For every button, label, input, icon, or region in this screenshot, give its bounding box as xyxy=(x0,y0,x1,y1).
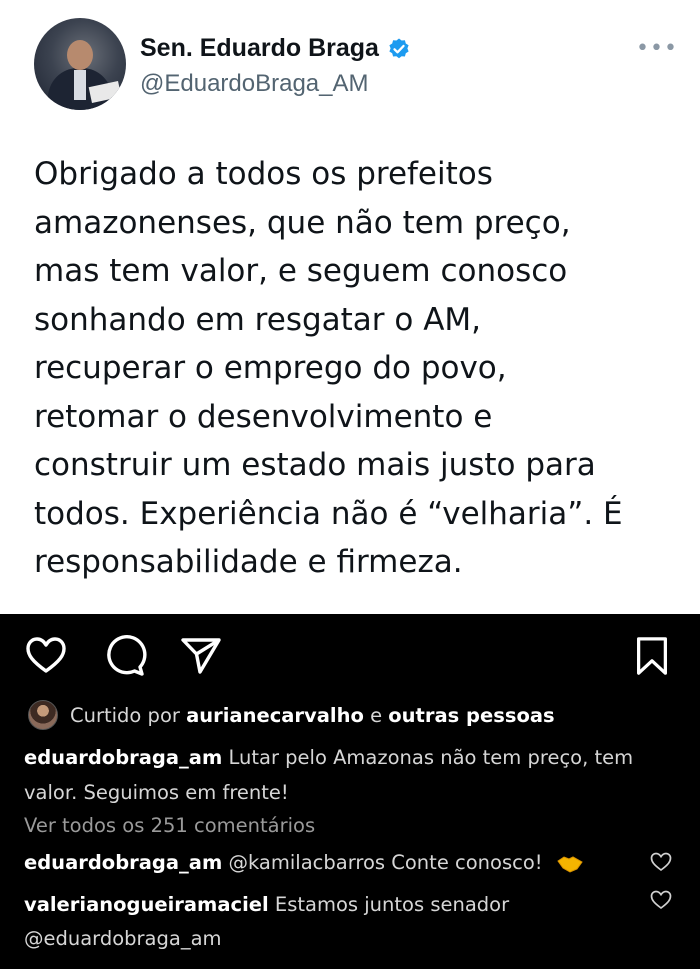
comment-user[interactable]: valerianogueiramaciel xyxy=(24,893,269,916)
share-icon[interactable] xyxy=(179,634,223,678)
comment-user[interactable]: eduardobraga_am xyxy=(24,851,222,874)
more-options-icon[interactable]: ••• xyxy=(636,36,678,61)
liker-avatar[interactable] xyxy=(28,700,58,730)
display-name[interactable]: Sen. Eduardo Braga xyxy=(140,34,379,63)
comment-text: @kamilacbarros Conte conosco! xyxy=(228,851,543,874)
heart-icon[interactable] xyxy=(24,634,68,678)
liked-others[interactable]: outras pessoas xyxy=(388,704,554,727)
bookmark-icon[interactable] xyxy=(631,634,673,678)
view-all-comments-link[interactable]: Ver todos os 251 comentários xyxy=(24,814,315,837)
comment-item: valerianogueiramaciel Estamos juntos sen… xyxy=(24,888,634,956)
comment-icon[interactable] xyxy=(103,634,147,678)
liked-user[interactable]: aurianecarvalho xyxy=(186,704,364,727)
liked-and: e xyxy=(370,703,383,727)
comment-item: eduardobraga_am @kamilacbarros Conte con… xyxy=(24,846,634,880)
caption: eduardobraga_am Lutar pelo Amazonas não … xyxy=(24,740,674,810)
caption-user[interactable]: eduardobraga_am xyxy=(24,746,222,769)
handshake-icon xyxy=(557,855,583,873)
comment-like-icon[interactable] xyxy=(650,852,672,872)
tweet-text: Obrigado a todos os prefeitos amazonense… xyxy=(34,156,623,580)
instagram-post-footer: Curtido por aurianecarvalho e outras pes… xyxy=(0,614,700,969)
liked-prefix: Curtido por xyxy=(70,703,180,727)
liked-by-row[interactable]: Curtido por aurianecarvalho e outras pes… xyxy=(28,700,555,730)
verified-badge-icon xyxy=(389,38,409,58)
author-row: Sen. Eduardo Braga xyxy=(140,34,411,63)
comment-like-icon[interactable] xyxy=(650,890,672,910)
handle[interactable]: @EduardoBraga_AM xyxy=(140,70,369,98)
avatar[interactable] xyxy=(34,18,126,110)
tweet-card: Sen. Eduardo Braga @EduardoBraga_AM ••• … xyxy=(0,0,700,614)
